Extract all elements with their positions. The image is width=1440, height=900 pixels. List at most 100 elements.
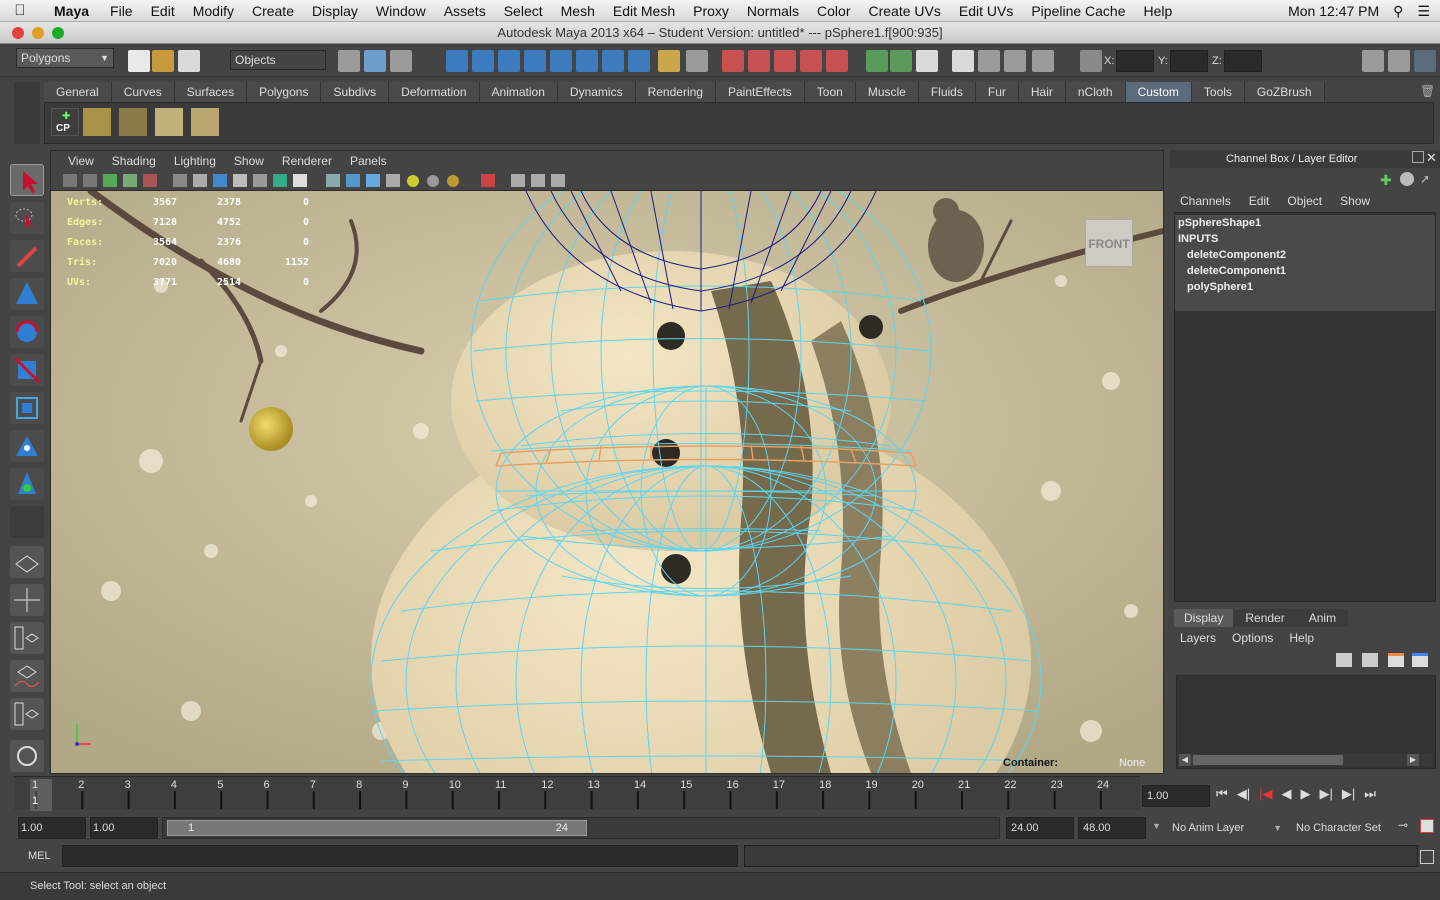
select-by-component-icon[interactable] bbox=[390, 50, 412, 72]
move-layer-up-icon[interactable] bbox=[1336, 653, 1352, 667]
rotate-tool-icon[interactable] bbox=[10, 316, 44, 348]
menu-proxy[interactable]: Proxy bbox=[684, 3, 738, 19]
shelf-tab-deformation[interactable]: Deformation bbox=[389, 82, 480, 102]
menu-file[interactable]: File bbox=[101, 3, 142, 19]
menu-modify[interactable]: Modify bbox=[184, 3, 243, 19]
grid-toggle-icon[interactable] bbox=[173, 174, 187, 187]
animation-start-field[interactable]: 1.00 bbox=[18, 817, 86, 839]
viewport-menu-shading[interactable]: Shading bbox=[103, 151, 165, 171]
camera-attributes-icon[interactable] bbox=[63, 174, 77, 187]
construction-history-icon[interactable] bbox=[916, 50, 938, 72]
z-field[interactable] bbox=[1224, 50, 1262, 72]
spotlight-search-icon[interactable]: ⚲ bbox=[1393, 3, 1403, 20]
output-connections-icon[interactable] bbox=[890, 50, 912, 72]
scroll-left-icon[interactable]: ◀ bbox=[1179, 754, 1191, 766]
menu-create-uvs[interactable]: Create UVs bbox=[860, 3, 950, 19]
image-plane-icon[interactable] bbox=[103, 174, 117, 187]
menu-edit-uvs[interactable]: Edit UVs bbox=[950, 3, 1022, 19]
xray-components-icon[interactable] bbox=[551, 174, 565, 187]
select-misc-icon[interactable] bbox=[628, 50, 650, 72]
viewport-menu-show[interactable]: Show bbox=[225, 151, 273, 171]
lock-selection-icon[interactable] bbox=[658, 50, 680, 72]
isolate-select-icon[interactable] bbox=[481, 174, 495, 187]
layer-tab-anim[interactable]: Anim bbox=[1296, 609, 1349, 627]
shelf-tab-curves[interactable]: Curves bbox=[111, 82, 175, 102]
select-handles-icon[interactable] bbox=[446, 50, 468, 72]
shelf-tab-subdivs[interactable]: Subdivs bbox=[321, 82, 390, 102]
paint-select-tool-icon[interactable] bbox=[10, 240, 44, 272]
lasso-tool-icon[interactable] bbox=[10, 202, 44, 234]
safe-title-icon[interactable] bbox=[293, 174, 307, 187]
shelf-tab-tools[interactable]: Tools bbox=[1191, 82, 1245, 102]
range-slider-handle[interactable]: 1 24 bbox=[167, 820, 587, 836]
xray-joints-icon[interactable] bbox=[531, 174, 545, 187]
scrollbar-thumb[interactable] bbox=[1193, 755, 1343, 765]
go-to-end-icon[interactable]: ⏭ bbox=[1364, 786, 1376, 806]
viewport-menu-panels[interactable]: Panels bbox=[341, 151, 396, 171]
layer-menu-help[interactable]: Help bbox=[1289, 631, 1314, 645]
layer-tab-render[interactable]: Render bbox=[1233, 609, 1297, 627]
menuset-dropdown[interactable]: Polygons ▼ bbox=[16, 48, 114, 68]
viewport-menu-view[interactable]: View bbox=[59, 151, 103, 171]
x-field[interactable] bbox=[1116, 50, 1154, 72]
gate-mask-icon[interactable] bbox=[233, 174, 247, 187]
chevron-down-icon[interactable]: ▼ bbox=[1152, 821, 1161, 831]
scale-tool-icon[interactable] bbox=[10, 354, 44, 386]
step-forward-frame-icon[interactable]: ▶| bbox=[1342, 786, 1355, 806]
use-all-lights-icon[interactable] bbox=[407, 175, 419, 187]
film-gate-icon[interactable] bbox=[193, 174, 207, 187]
menu-create[interactable]: Create bbox=[243, 3, 303, 19]
grease-pencil-icon[interactable] bbox=[143, 174, 157, 187]
wireframe-shading-icon[interactable] bbox=[326, 174, 340, 187]
shadows-icon[interactable] bbox=[427, 175, 439, 187]
scene-view[interactable]: Verts: 3567 2378 0 Edges: 7128 4752 0 Fa… bbox=[51, 191, 1163, 773]
move-layer-down-icon[interactable] bbox=[1362, 653, 1378, 667]
select-by-hierarchy-icon[interactable] bbox=[338, 50, 360, 72]
four-view-layout-icon[interactable] bbox=[10, 584, 44, 616]
attribute-editor-toggle-icon[interactable] bbox=[1362, 50, 1384, 72]
menu-assets[interactable]: Assets bbox=[435, 3, 495, 19]
current-time-field[interactable]: 1.00 bbox=[1142, 785, 1210, 807]
soft-modification-tool-icon[interactable] bbox=[10, 430, 44, 462]
key-icon[interactable]: ⊸ bbox=[1398, 818, 1408, 832]
snap-to-grid-icon[interactable] bbox=[722, 50, 744, 72]
render-current-frame-icon[interactable] bbox=[978, 50, 1000, 72]
save-scene-icon[interactable] bbox=[178, 50, 200, 72]
show-manipulator-tool-icon[interactable] bbox=[10, 468, 44, 500]
textured-icon[interactable] bbox=[386, 174, 400, 187]
wireframe-on-shaded-icon[interactable] bbox=[366, 174, 380, 187]
shelf-tab-ncloth[interactable]: nCloth bbox=[1065, 82, 1126, 102]
new-scene-icon[interactable] bbox=[128, 50, 150, 72]
channel-menu-edit[interactable]: Edit bbox=[1249, 194, 1270, 210]
snap-to-curve-icon[interactable] bbox=[748, 50, 770, 72]
shelf-tab-custom[interactable]: Custom bbox=[1125, 82, 1192, 102]
transform-field-mode-icon[interactable] bbox=[1080, 50, 1102, 72]
shelf-tab-animation[interactable]: Animation bbox=[479, 82, 558, 102]
extrude-icon[interactable] bbox=[119, 108, 147, 136]
bevel-icon[interactable] bbox=[155, 108, 183, 136]
select-deformers-icon[interactable] bbox=[550, 50, 572, 72]
channel-box-toggle-icon[interactable] bbox=[1414, 50, 1436, 72]
menu-normals[interactable]: Normals bbox=[738, 3, 808, 19]
menu-edit-mesh[interactable]: Edit Mesh bbox=[604, 3, 684, 19]
shelf-tab-fur[interactable]: Fur bbox=[975, 82, 1019, 102]
custom-layout-icon[interactable] bbox=[10, 740, 44, 772]
menu-window[interactable]: Window bbox=[367, 3, 435, 19]
resolution-gate-icon[interactable] bbox=[213, 174, 227, 187]
input-node-item[interactable]: deleteComponent1 bbox=[1187, 265, 1286, 277]
close-panel-icon[interactable]: ✕ bbox=[1426, 150, 1437, 166]
select-curves-icon[interactable] bbox=[498, 50, 520, 72]
shelf-tab-fluids[interactable]: Fluids bbox=[918, 82, 976, 102]
anim-layer-dropdown[interactable]: No Anim Layer ▼ bbox=[1168, 817, 1286, 839]
snap-to-point-icon[interactable] bbox=[774, 50, 796, 72]
range-slider-track[interactable]: 1 24 bbox=[162, 817, 1000, 839]
notification-list-icon[interactable]: ☰ bbox=[1417, 3, 1430, 20]
menu-help[interactable]: Help bbox=[1135, 3, 1182, 19]
selection-mask-dropdown[interactable]: Objects bbox=[230, 50, 326, 70]
script-editor-icon[interactable] bbox=[1420, 850, 1434, 864]
minimize-window-button[interactable] bbox=[32, 27, 44, 39]
render-settings-icon[interactable] bbox=[1032, 50, 1054, 72]
move-tool-icon[interactable] bbox=[10, 278, 44, 310]
menu-color[interactable]: Color bbox=[808, 3, 859, 19]
float-panel-icon[interactable] bbox=[1412, 151, 1424, 163]
